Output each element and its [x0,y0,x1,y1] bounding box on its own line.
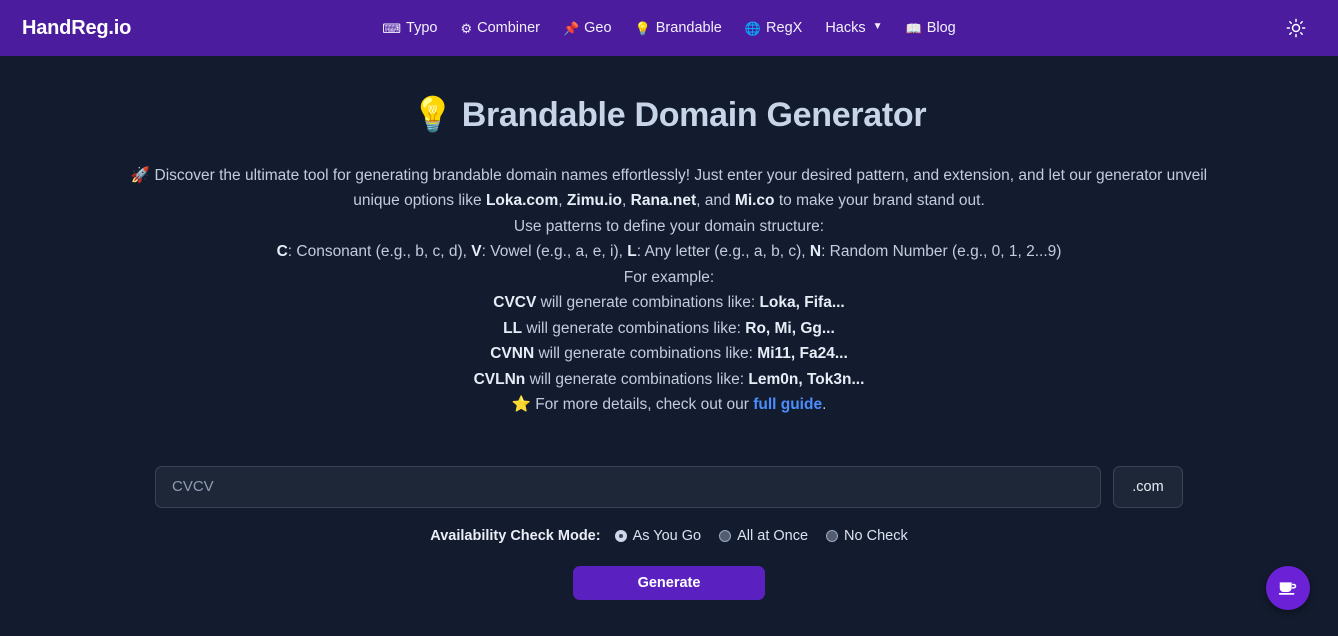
radio-label: As You Go [632,527,702,544]
sun-icon[interactable] [1284,16,1308,40]
nav-item-regx[interactable]: 🌐 RegX [745,21,802,36]
gear-icon: ⚙ [460,20,473,36]
nav-label: RegX [766,19,803,36]
example-pattern: CVCV [493,294,537,311]
example-domain-2: Zimu.io [566,192,623,209]
coffee-cup-icon [1277,576,1299,601]
lightbulb-icon: 💡 [634,20,651,36]
nav-label: Geo [584,19,612,36]
example-mid: will generate combinations like: [534,345,758,362]
site-logo[interactable]: HandReg.io [22,17,131,40]
example-row-1: CVCV will generate combinations like: Lo… [0,290,1338,316]
page-title-text: Brandable Domain Generator [461,96,927,134]
radio-label: No Check [844,527,908,544]
availability-mode-row: Availability Check Mode: As You Go All a… [0,528,1338,544]
nav-label: Typo [406,19,438,36]
full-guide-link[interactable]: full guide [753,396,822,413]
example-domain-3: Rana.net [630,192,697,209]
main-navigation: ⌨ Typo ⚙ Combiner 📌 Geo 💡 Brandable 🌐 Re… [382,21,956,36]
radio-no-check[interactable]: No Check [826,528,908,544]
intro-text-part2: to make your brand stand out. [774,192,985,209]
example-mid: will generate combinations like: [536,294,760,311]
guide-line: ⭐ For more details, check out our full g… [0,392,1338,418]
generate-button-wrap: Generate [0,565,1338,600]
example-result: Loka, Fifa... [759,294,845,311]
radio-dot-icon[interactable] [719,529,732,542]
radio-label: All at Once [737,527,809,544]
example-pattern: CVNN [490,345,535,362]
example-domain-1: Loka.com [485,192,559,209]
example-mid: will generate combinations like: [525,370,749,388]
example-pattern: CVLNn [473,370,526,388]
sep: , [558,192,567,209]
radio-as-you-go[interactable]: As You Go [614,527,702,544]
for-example-label: For example: [623,268,715,286]
example-pattern: LL [503,319,523,337]
pattern-legend: C: Consonant (e.g., b, c, d), V: Vowel (… [0,239,1338,265]
legend-desc-l: : Any letter (e.g., a, b, c), [636,243,810,260]
legend-desc-v: : Vowel (e.g., a, e, i), [481,243,628,260]
chevron-down-icon: ▼ [872,21,883,32]
legend-key-v: V [471,243,482,260]
nav-label: Brandable [655,19,722,36]
pattern-input[interactable] [155,465,1101,508]
sep: , and [696,192,735,209]
nav-item-geo[interactable]: 📌 Geo [563,21,612,36]
legend-desc-c: : Consonant (e.g., b, c, d), [287,243,472,260]
top-navbar: HandReg.io ⌨ Typo ⚙ Combiner 📌 Geo 💡 Bra… [0,0,1338,56]
example-result: Mi11, Fa24... [757,345,848,362]
page-title: 💡 Brandable Domain Generator [0,94,1338,137]
nav-item-combiner[interactable]: ⚙ Combiner [460,21,540,36]
example-row-2: LL will generate combinations like: Ro, … [0,316,1338,342]
radio-all-at-once[interactable]: All at Once [719,528,808,544]
nav-item-hacks[interactable]: Hacks ▼ [825,21,882,36]
legend-key-c: C [276,243,288,260]
availability-mode-label: Availability Check Mode: [430,527,601,544]
legend-key-n: N [809,243,822,260]
star-icon: ⭐ [511,396,531,413]
rocket-icon: 🚀 [130,166,151,184]
generate-button[interactable]: Generate [573,565,765,600]
nav-label: Combiner [477,19,540,36]
radio-dot-icon[interactable] [826,529,839,542]
intro-paragraph: 🚀 Discover the ultimate tool for generat… [112,163,1227,214]
globe-icon: 🌐 [744,20,762,36]
keyboard-icon: ⌨ [382,20,402,36]
example-row-4: CVLNn will generate combinations like: L… [0,367,1338,393]
sep: , [622,192,631,209]
example-mid: will generate combinations like: [522,319,746,337]
main-content: 💡 Brandable Domain Generator 🚀 Discover t… [0,56,1338,600]
guide-suffix: . [822,396,827,413]
guide-prefix: For more details, check out our [535,396,754,413]
nav-label: Blog [926,19,956,36]
nav-label: Hacks [825,19,866,36]
availability-radio-group: As You Go All at Once No Check [614,527,908,544]
example-result: Ro, Mi, Gg... [745,319,835,337]
lightbulb-icon: 💡 [411,96,454,134]
example-result: Lem0n, Tok3n... [748,370,865,388]
pushpin-icon: 📌 [562,20,580,36]
generator-form-row: .com [0,465,1338,508]
buy-me-a-coffee-button[interactable] [1266,566,1310,610]
nav-item-brandable[interactable]: 💡 Brandable [635,21,722,36]
tld-select[interactable]: .com [1113,465,1183,508]
book-icon: 📖 [905,20,922,36]
nav-item-blog[interactable]: 📖 Blog [906,21,956,36]
radio-dot-selected-icon[interactable] [614,529,627,542]
description-block: 🚀 Discover the ultimate tool for generat… [0,163,1338,418]
example-row-3: CVNN will generate combinations like: Mi… [0,341,1338,367]
nav-item-typo[interactable]: ⌨ Typo [382,21,437,36]
legend-key-l: L [627,243,637,260]
patterns-intro: Use patterns to define your domain struc… [513,217,825,235]
example-domain-4: Mi.co [734,192,775,209]
legend-desc-n: : Random Number (e.g., 0, 1, 2...9) [821,243,1062,260]
